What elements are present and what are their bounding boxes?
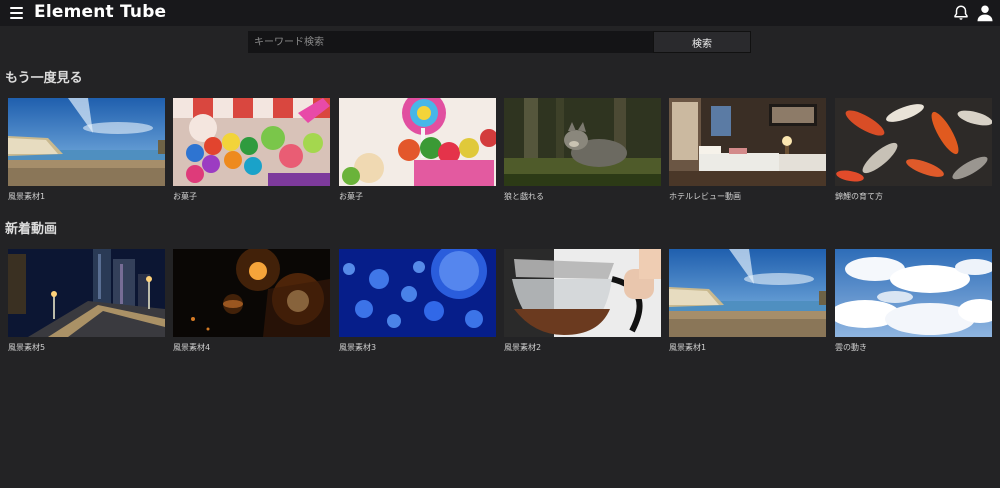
video-title[interactable]: ホテルレビュー動画 <box>669 191 826 202</box>
video-title[interactable]: お菓子 <box>339 191 496 202</box>
section-title-new-videos: 新着動画 <box>5 222 58 237</box>
video-thumbnail[interactable] <box>835 98 992 186</box>
video-thumbnail[interactable] <box>339 249 496 337</box>
video-card[interactable]: お菓子 <box>173 98 330 202</box>
header-actions <box>952 4 994 22</box>
video-title[interactable]: 狼と戯れる <box>504 191 661 202</box>
video-thumbnail[interactable] <box>339 98 496 186</box>
video-thumbnail[interactable] <box>173 249 330 337</box>
app-title[interactable]: Element Tube <box>34 2 166 22</box>
video-card[interactable]: 風景素材3 <box>339 249 496 353</box>
video-title[interactable]: 風景素材1 <box>8 191 165 202</box>
video-title[interactable]: 風景素材2 <box>504 342 661 353</box>
video-card[interactable]: 風景素材5 <box>8 249 165 353</box>
video-thumbnail[interactable] <box>504 249 661 337</box>
video-thumbnail[interactable] <box>8 98 165 186</box>
video-thumbnail[interactable] <box>173 98 330 186</box>
video-title[interactable]: 風景素材1 <box>669 342 826 353</box>
video-title[interactable]: 風景素材4 <box>173 342 330 353</box>
search-bar: 検索 <box>248 31 751 53</box>
rewatch-video-row: 風景素材1 お菓子 お菓子 狼と戯れる ホテルレビュー動画 錦鯉の育て方 <box>8 98 992 218</box>
bell-icon[interactable] <box>952 4 970 22</box>
video-card[interactable]: 錦鯉の育て方 <box>835 98 992 202</box>
new-videos-row: 風景素材5 風景素材4 風景素材3 風景素材2 風景素材1 雲の動き <box>8 249 992 369</box>
top-bar: Element Tube <box>0 0 1000 26</box>
video-title[interactable]: お菓子 <box>173 191 330 202</box>
video-card[interactable]: 狼と戯れる <box>504 98 661 202</box>
video-card[interactable]: お菓子 <box>339 98 496 202</box>
video-thumbnail[interactable] <box>504 98 661 186</box>
video-thumbnail[interactable] <box>835 249 992 337</box>
hamburger-menu-icon[interactable] <box>10 7 23 19</box>
video-title[interactable]: 風景素材5 <box>8 342 165 353</box>
video-thumbnail[interactable] <box>8 249 165 337</box>
video-card[interactable]: 風景素材1 <box>8 98 165 202</box>
video-card[interactable]: 雲の動き <box>835 249 992 353</box>
video-card[interactable]: 風景素材1 <box>669 249 826 353</box>
video-thumbnail[interactable] <box>669 98 826 186</box>
video-title[interactable]: 錦鯉の育て方 <box>835 191 992 202</box>
search-input[interactable] <box>248 31 653 53</box>
video-title[interactable]: 風景素材3 <box>339 342 496 353</box>
video-card[interactable]: 風景素材4 <box>173 249 330 353</box>
video-card[interactable]: ホテルレビュー動画 <box>669 98 826 202</box>
video-title[interactable]: 雲の動き <box>835 342 992 353</box>
video-thumbnail[interactable] <box>669 249 826 337</box>
user-icon[interactable] <box>976 4 994 22</box>
video-card[interactable]: 風景素材2 <box>504 249 661 353</box>
section-title-rewatch: もう一度見る <box>5 71 83 86</box>
search-button[interactable]: 検索 <box>653 31 751 53</box>
